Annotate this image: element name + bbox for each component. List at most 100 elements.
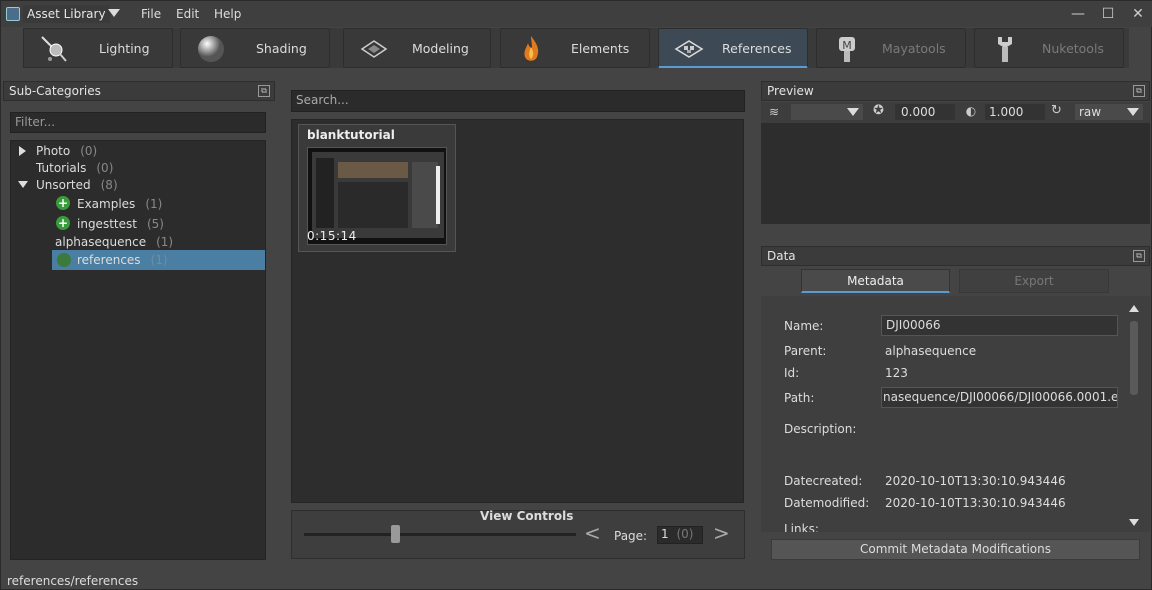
parent-label: Parent: [784, 344, 827, 358]
tree-item-unsorted[interactable]: Unsorted (8) [36, 178, 118, 192]
tab-metadata[interactable]: Metadata [801, 269, 950, 293]
category-tabs-bar: Lighting Shading Modeling Elements Refer… [23, 28, 1129, 68]
svg-text:M: M [842, 39, 852, 52]
exposure-field[interactable]: 0.000 [895, 104, 955, 120]
maximize-icon[interactable]: ☐ [1099, 5, 1117, 23]
expand-arrow-icon[interactable] [19, 146, 26, 156]
tab-references[interactable]: References [658, 28, 808, 68]
tree-item-references[interactable]: references (1) [52, 250, 265, 270]
float-panel-icon[interactable]: ⧉ [1133, 250, 1145, 262]
name-label: Name: [784, 319, 824, 333]
tab-lighting[interactable]: Lighting [23, 28, 173, 68]
previous-page-icon[interactable]: < [584, 523, 601, 543]
plus-icon[interactable]: + [56, 216, 70, 230]
wrench-icon [998, 37, 1012, 62]
preview-toolbar: ≋ ✪ 0.000 ◐ 1.000 ↻ raw [761, 102, 1150, 123]
metadata-scrollbar[interactable] [1129, 305, 1139, 527]
commit-metadata-button[interactable]: Commit Metadata Modifications [771, 539, 1140, 560]
tree-item-tutorials[interactable]: Tutorials (0) [36, 161, 113, 175]
refresh-icon[interactable]: ↻ [1051, 103, 1062, 118]
page-count: (0) [676, 527, 694, 541]
chevron-down-icon[interactable] [108, 9, 120, 17]
metadata-form: Name: DJI00066 Parent: alphasequence Id:… [761, 296, 1150, 532]
next-page-icon[interactable]: > [713, 523, 730, 543]
view-controls-title: View Controls [480, 509, 574, 523]
links-label: Links: [784, 522, 819, 532]
asset-name: blanktutorial [307, 128, 395, 142]
tab-label: Lighting [99, 41, 150, 56]
scrollbar-thumb[interactable] [1130, 321, 1138, 395]
tab-nuketools[interactable]: Nuketools [974, 28, 1124, 68]
tab-mayatools[interactable]: M Mayatools [816, 28, 966, 68]
view-controls-panel: View Controls < Page: 1 (0) > [291, 509, 745, 559]
tree-item-label: alphasequence [55, 235, 147, 249]
gamma-icon: ◐ [965, 104, 977, 118]
tree-item-count: (0) [96, 161, 114, 175]
app-title-dropdown[interactable]: Asset Library [23, 5, 110, 23]
asset-card[interactable]: blanktutorial 0:15:14 [298, 124, 456, 252]
panel-title: Data [767, 249, 796, 263]
scroll-up-icon[interactable] [1129, 305, 1139, 312]
channel-dropdown[interactable] [791, 104, 863, 120]
chevron-down-icon [847, 108, 859, 116]
tree-item-ingesttest[interactable]: ingesttest (5) [77, 217, 164, 231]
fire-icon [524, 36, 539, 61]
tab-shading[interactable]: Shading [180, 28, 330, 68]
asset-library-window: Asset Library File Edit Help — ☐ ✕ Light… [0, 0, 1152, 590]
modeling-icon [360, 40, 388, 58]
subcategories-header: Sub-Categories ⧉ [3, 81, 275, 101]
menu-help[interactable]: Help [214, 7, 241, 21]
data-header: Data ⧉ [761, 246, 1150, 266]
description-label: Description: [784, 422, 857, 436]
tree-item-label: ingesttest [77, 217, 137, 231]
lighting-icon [41, 36, 67, 62]
tab-label: References [722, 41, 792, 56]
tree-item-count: (0) [80, 144, 98, 158]
float-panel-icon[interactable]: ⧉ [1133, 85, 1145, 97]
colorspace-dropdown[interactable]: raw [1075, 104, 1143, 120]
collapse-arrow-icon[interactable] [18, 181, 28, 188]
zoom-slider-handle[interactable] [391, 525, 400, 543]
zoom-slider-track[interactable] [304, 533, 576, 536]
datemodified-label: Datemodified: [784, 496, 870, 510]
datemodified-value: 2020-10-10T13:30:10.943446 [885, 496, 1066, 510]
tree-item-photo[interactable]: Photo (0) [36, 144, 97, 158]
tab-label: Elements [571, 41, 630, 56]
tab-export[interactable]: Export [959, 269, 1109, 293]
tab-label: Mayatools [882, 41, 946, 56]
panel-title: Preview [767, 84, 814, 98]
asset-grid: blanktutorial 0:15:14 [291, 119, 744, 503]
id-label: Id: [784, 366, 800, 380]
gamma-field[interactable]: 1.000 [985, 104, 1045, 120]
tab-modeling[interactable]: Modeling [343, 28, 491, 68]
tree-item-count: (8) [100, 178, 118, 192]
path-field[interactable]: nasequence/DJI00066/DJI00066.0001.exr [881, 387, 1118, 408]
menu-file[interactable]: File [141, 7, 161, 21]
tree-item-label: Photo [36, 144, 71, 158]
asset-duration: 0:15:14 [307, 229, 357, 243]
references-icon [674, 40, 704, 58]
tree-item-examples[interactable]: Examples (1) [77, 197, 162, 211]
app-icon [6, 7, 20, 21]
panel-title: Sub-Categories [9, 84, 101, 98]
minimize-icon[interactable]: — [1069, 5, 1087, 23]
menu-bar: Asset Library File Edit Help — ☐ ✕ [1, 1, 1152, 27]
page-number: 1 [661, 527, 669, 541]
menu-edit[interactable]: Edit [176, 7, 199, 21]
tree-item-alphasequence[interactable]: alphasequence (1) [55, 235, 173, 249]
thumbnail-image [312, 152, 444, 238]
float-panel-icon[interactable]: ⧉ [258, 85, 270, 97]
search-input[interactable]: Search... [291, 90, 745, 112]
plus-icon[interactable]: + [56, 196, 70, 210]
layers-icon[interactable]: ≋ [769, 105, 779, 119]
tab-label: Nuketools [1042, 41, 1104, 56]
exposure-icon: ✪ [873, 103, 884, 118]
close-icon[interactable]: ✕ [1129, 5, 1147, 23]
category-tree: Photo (0) Tutorials (0) Unsorted (8) + Exam… [10, 140, 266, 560]
app-title-label: Asset Library [27, 7, 106, 21]
tab-elements[interactable]: Elements [500, 28, 650, 68]
page-input[interactable]: 1 (0) [657, 526, 703, 544]
scroll-down-icon[interactable] [1129, 519, 1139, 526]
name-field[interactable]: DJI00066 [881, 315, 1118, 336]
filter-input[interactable]: Filter... [10, 112, 266, 133]
